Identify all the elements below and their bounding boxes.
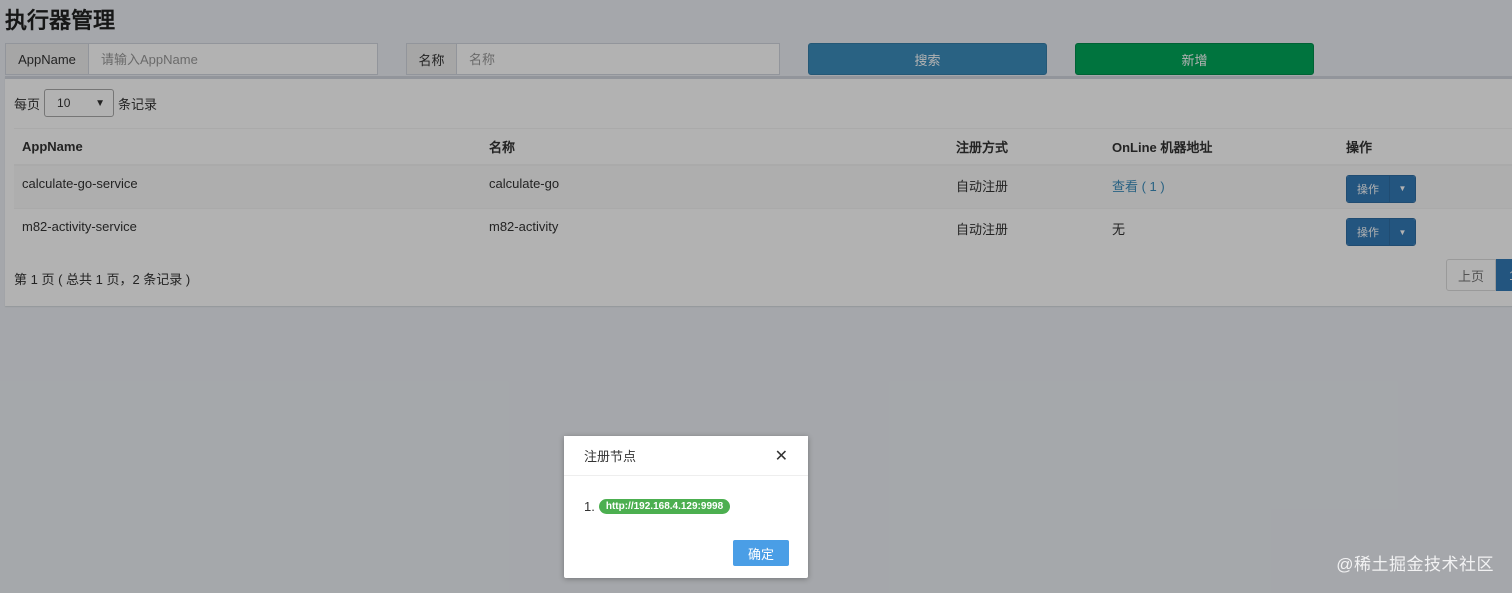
register-node-dialog: 注册节点 ✕ 1. http://192.168.4.129:9998 确定 [564, 436, 808, 578]
dialog-header: 注册节点 ✕ [564, 436, 808, 476]
dialog-title: 注册节点 [584, 449, 637, 464]
confirm-button[interactable]: 确定 [733, 540, 789, 566]
dialog-body: 1. http://192.168.4.129:9998 [564, 476, 808, 514]
node-address-badge: http://192.168.4.129:9998 [598, 499, 731, 514]
watermark: @稀土掘金技术社区 [1336, 555, 1494, 574]
close-icon[interactable]: ✕ [775, 446, 788, 466]
node-index: 1. [584, 499, 595, 514]
